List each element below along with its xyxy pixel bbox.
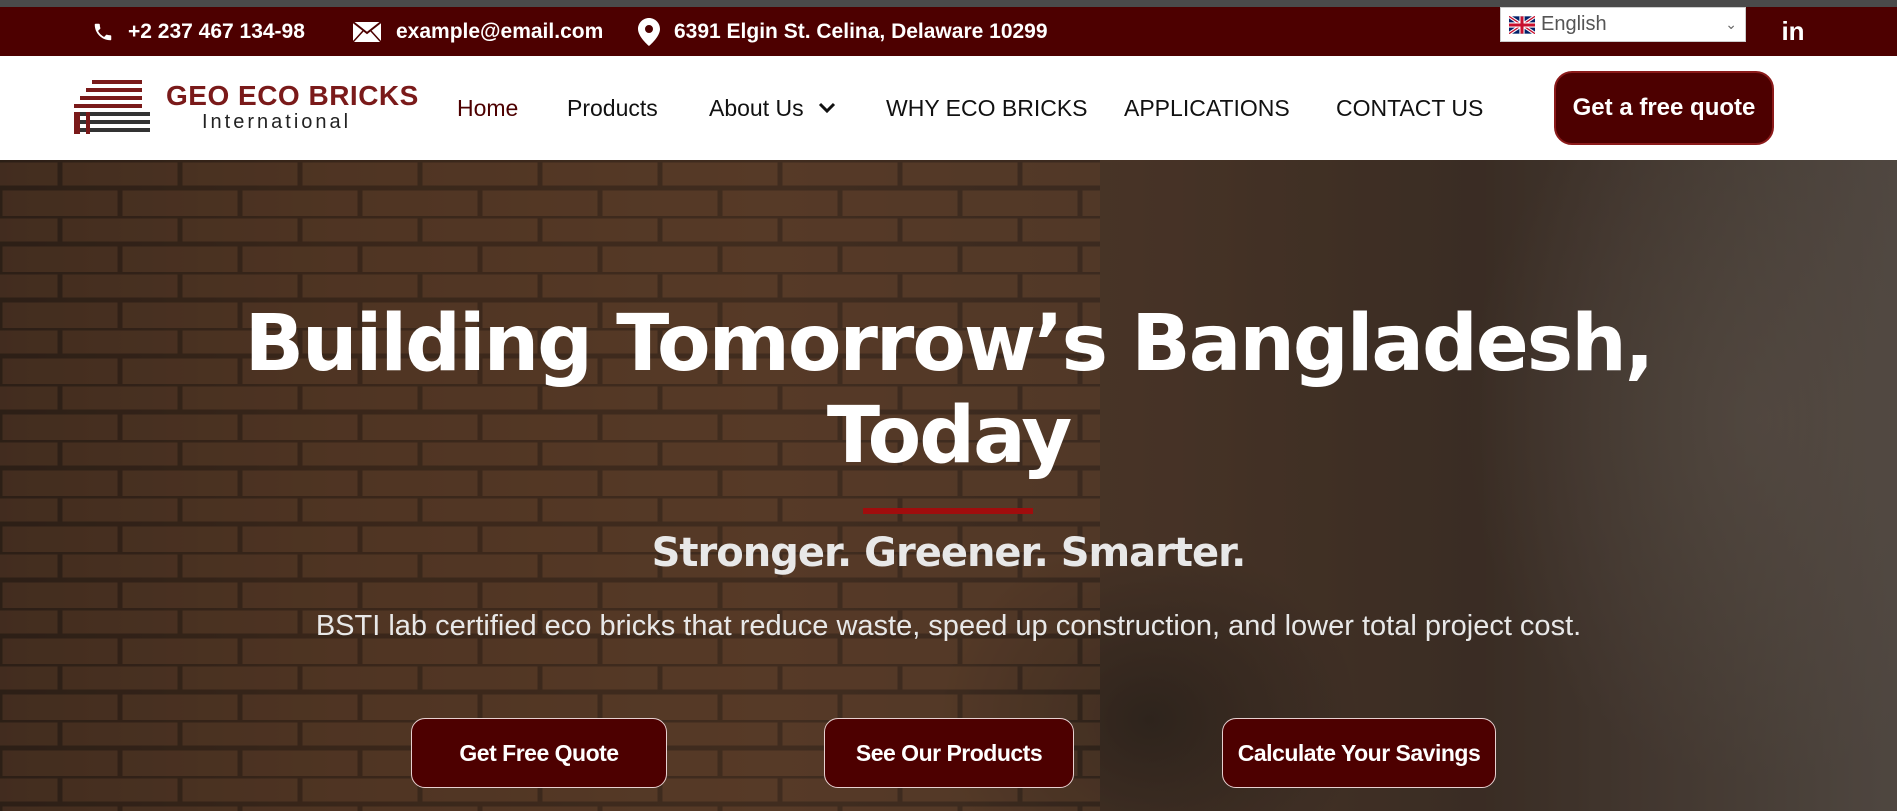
hero-title-line2: Today bbox=[826, 391, 1072, 481]
language-label: English bbox=[1541, 13, 1607, 35]
nav-about-us[interactable]: About Us bbox=[709, 56, 836, 160]
address-contact: 6391 Elgin St. Celina, Delaware 10299 bbox=[638, 7, 1048, 56]
nav-home[interactable]: Home bbox=[457, 56, 518, 160]
email-contact[interactable]: example@email.com bbox=[352, 7, 603, 56]
phone-contact[interactable]: +2 237 467 134-98 bbox=[92, 7, 305, 56]
hero-section: Building Tomorrow’s Bangladesh, Today St… bbox=[0, 160, 1897, 811]
phone-icon bbox=[94, 23, 112, 40]
nav-applications[interactable]: APPLICATIONS bbox=[1124, 56, 1290, 160]
calculate-savings-button[interactable]: Calculate Your Savings bbox=[1222, 718, 1496, 788]
nav-about-us-label: About Us bbox=[709, 94, 804, 121]
nav-why-eco-bricks[interactable]: WHY ECO BRICKS bbox=[886, 56, 1088, 160]
address-text: 6391 Elgin St. Celina, Delaware 10299 bbox=[674, 19, 1048, 43]
nav-contact-us[interactable]: CONTACT US bbox=[1336, 56, 1483, 160]
logo[interactable]: GEO ECO BRICKS International bbox=[72, 76, 419, 138]
get-free-quote-button[interactable]: Get a free quote bbox=[1554, 71, 1774, 145]
hero-overlay bbox=[0, 160, 1897, 811]
logo-title: GEO ECO BRICKS bbox=[166, 80, 419, 111]
top-info-bar: +2 237 467 134-98 example@email.com 6391… bbox=[0, 7, 1897, 56]
hero-title-line1: Building Tomorrow’s Bangladesh, bbox=[244, 299, 1655, 389]
chevron-down-icon bbox=[818, 102, 835, 114]
logo-mark bbox=[74, 80, 150, 134]
email-text: example@email.com bbox=[396, 19, 604, 43]
logo-subtitle: International bbox=[202, 111, 352, 133]
mail-icon bbox=[352, 20, 382, 43]
chevron-down-icon: ⌄ bbox=[1725, 16, 1737, 32]
see-our-products-button[interactable]: See Our Products bbox=[824, 718, 1074, 788]
phone-text: +2 237 467 134-98 bbox=[128, 19, 305, 43]
nav-products[interactable]: Products bbox=[567, 56, 658, 160]
get-free-quote-hero-button[interactable]: Get Free Quote bbox=[411, 718, 667, 788]
top-strip bbox=[0, 0, 1897, 7]
hero-divider bbox=[863, 508, 1033, 514]
site-header: GEO ECO BRICKS International Home Produc… bbox=[0, 56, 1897, 160]
language-select[interactable]: English ⌄ bbox=[1500, 7, 1746, 42]
uk-flag-icon bbox=[1509, 15, 1535, 34]
hero-tagline: Stronger. Greener. Smarter. bbox=[651, 530, 1247, 576]
linkedin-icon[interactable]: in bbox=[1780, 16, 1806, 46]
hero-title: Building Tomorrow’s Bangladesh, Today bbox=[0, 298, 1897, 482]
location-pin-icon bbox=[638, 17, 660, 46]
hero-description: BSTI lab certified eco bricks that reduc… bbox=[315, 610, 1582, 642]
